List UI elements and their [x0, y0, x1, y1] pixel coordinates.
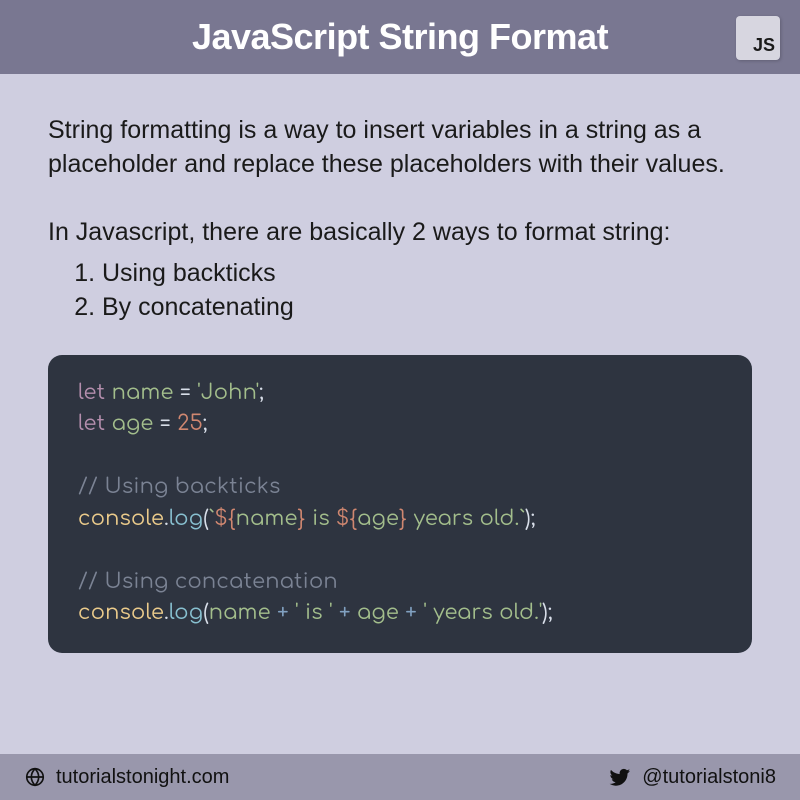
- handle-label: @tutorialstoni8: [642, 766, 776, 789]
- globe-icon: [24, 766, 46, 788]
- footer-bar: tutorialstonight.com @tutorialstoni8: [0, 754, 800, 800]
- footer-handle: @tutorialstoni8: [608, 765, 776, 789]
- ways-intro: In Javascript, there are basically 2 way…: [48, 216, 752, 250]
- header-bar: JavaScript String Format JS: [0, 0, 800, 74]
- site-label: tutorialstonight.com: [56, 766, 229, 789]
- code-line: let name = 'John';: [78, 377, 722, 409]
- code-block: let name = 'John'; let age = 25; // Usin…: [48, 355, 752, 653]
- content-area: String formatting is a way to insert var…: [0, 74, 800, 754]
- js-badge: JS: [736, 16, 780, 60]
- twitter-icon: [608, 765, 632, 789]
- code-line: console.log(name + ' is ' + age + ' year…: [78, 597, 722, 629]
- ways-list: Using backticks By concatenating: [48, 257, 752, 325]
- code-line: let age = 25;: [78, 408, 722, 440]
- footer-site: tutorialstonight.com: [24, 766, 229, 789]
- code-comment: // Using concatenation: [78, 566, 722, 598]
- list-item: By concatenating: [102, 291, 752, 325]
- page-title: JavaScript String Format: [192, 16, 608, 58]
- intro-paragraph: String formatting is a way to insert var…: [48, 114, 752, 182]
- code-line: console.log(`${name} is ${age} years old…: [78, 503, 722, 535]
- code-comment: // Using backticks: [78, 471, 722, 503]
- list-item: Using backticks: [102, 257, 752, 291]
